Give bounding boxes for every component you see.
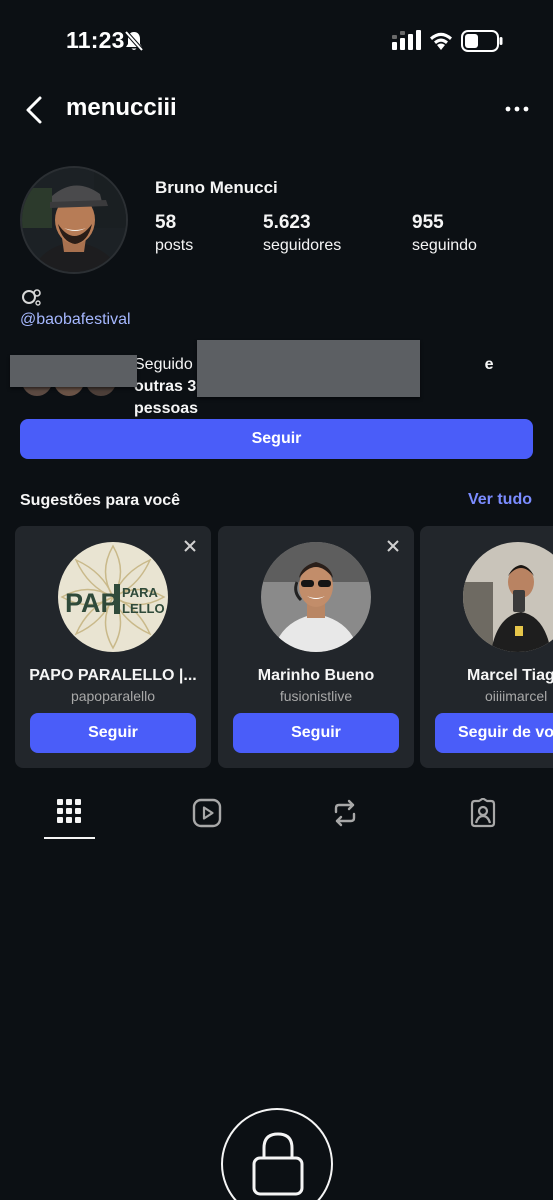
logo-text-left: PAP — [65, 588, 119, 618]
suggestion-handle: oiiiimarcel — [485, 688, 548, 704]
stat-following[interactable]: 955 seguindo — [412, 212, 477, 255]
profile-header: menucciii — [0, 80, 553, 140]
tab-reels[interactable] — [182, 792, 232, 836]
logo-text-right-bottom: LELLO — [122, 601, 165, 616]
suggestion-card[interactable]: Marcel Tiag oiiiimarcel Seguir de vo — [420, 526, 553, 768]
suggestion-handle: papoparalello — [70, 688, 156, 704]
suggestion-handle: fusionistlive — [279, 688, 353, 704]
followed-by[interactable]: Seguido e outras 30 pessoas — [10, 340, 540, 417]
repost-icon — [334, 799, 356, 827]
suggestion-card[interactable]: Marinho Bueno fusionistlive Seguir — [218, 526, 414, 768]
bell-off-icon — [124, 30, 144, 52]
suggestion-avatar[interactable] — [261, 542, 371, 652]
see-all-link[interactable]: Ver tudo — [468, 491, 532, 509]
wifi-icon — [430, 32, 452, 50]
stat-posts-value: 58 — [155, 212, 177, 233]
suggestion-card[interactable]: PAP PARA LELLO PAPO PARALELLO |... papop… — [15, 526, 211, 768]
tab-tagged[interactable] — [458, 792, 508, 836]
stat-following-label: seguindo — [412, 237, 477, 254]
suggestions-title: Sugestões para você — [20, 492, 181, 509]
stat-posts[interactable]: 58 posts — [155, 212, 193, 255]
stat-posts-label: posts — [155, 237, 194, 254]
lock-icon — [252, 1132, 304, 1196]
bio-mention-link[interactable]: @baobafestival — [20, 311, 131, 329]
suggestion-name: Marinho Bueno — [257, 667, 375, 684]
reels-icon — [192, 798, 222, 828]
threads-icon[interactable] — [21, 288, 43, 310]
redaction-box — [197, 340, 420, 397]
suggestion-photo — [261, 542, 371, 652]
papo-paralello-logo: PAP PARA LELLO — [58, 542, 168, 652]
stat-following-value: 955 — [412, 212, 444, 233]
tagged-icon — [470, 798, 496, 828]
suggestion-avatar[interactable] — [463, 542, 553, 652]
redaction-box — [10, 355, 137, 387]
signal-icon — [392, 30, 421, 50]
active-tab-indicator — [44, 837, 95, 839]
profile-username: menucciii — [66, 94, 177, 121]
chevron-left-icon[interactable] — [22, 95, 46, 125]
close-icon[interactable] — [386, 539, 400, 553]
logo-text-right-top: PARA — [122, 585, 158, 600]
status-bar: 11:23 — [0, 0, 553, 80]
stat-followers-value: 5.623 — [263, 212, 311, 233]
profile-full-name: Bruno Menucci — [155, 178, 278, 197]
suggestion-follow-button[interactable]: Seguir — [233, 713, 399, 753]
stat-followers[interactable]: 5.623 seguidores — [263, 212, 341, 255]
followed-by-suffix-line2: pessoas — [134, 400, 199, 417]
profile-screen: 11:23 menucciii Bruno Menucci 58 posts 5… — [0, 0, 553, 1200]
tab-reposts[interactable] — [320, 792, 370, 836]
grid-icon — [57, 799, 81, 823]
private-account-badge — [221, 1108, 333, 1200]
status-time: 11:23 — [66, 27, 125, 53]
suggestion-avatar[interactable]: PAP PARA LELLO — [58, 542, 168, 652]
suggestion-photo — [463, 542, 553, 652]
profile-tabs — [0, 792, 553, 842]
followed-by-prefix: Seguido — [134, 356, 193, 373]
battery-icon — [461, 30, 503, 52]
tab-posts-grid[interactable] — [44, 792, 94, 836]
follow-button[interactable]: Seguir — [20, 419, 533, 459]
suggestion-name: PAPO PARALELLO |... — [29, 667, 197, 684]
suggestion-follow-button[interactable]: Seguir — [30, 713, 196, 753]
close-icon[interactable] — [183, 539, 197, 553]
profile-avatar[interactable] — [20, 166, 128, 274]
suggestion-name: Marcel Tiag — [467, 667, 553, 684]
profile-photo — [22, 168, 126, 272]
stat-followers-label: seguidores — [263, 237, 342, 254]
more-horizontal-icon[interactable] — [503, 98, 531, 120]
suggestion-follow-button[interactable]: Seguir de vo — [435, 713, 553, 753]
